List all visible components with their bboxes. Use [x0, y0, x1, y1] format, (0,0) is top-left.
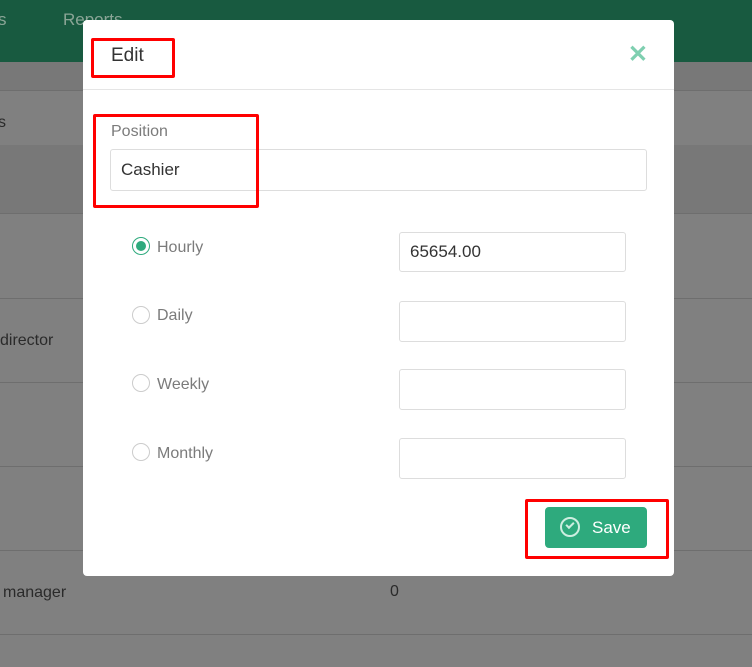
daily-label: Daily: [157, 307, 193, 324]
daily-input[interactable]: [399, 301, 626, 342]
hourly-input[interactable]: 65654.00: [399, 232, 626, 272]
bg-text: manager: [3, 584, 67, 601]
nav-item[interactable]: s: [0, 10, 7, 30]
monthly-input[interactable]: [399, 438, 626, 479]
close-icon[interactable]: ✕: [628, 40, 648, 69]
weekly-label: Weekly: [157, 376, 210, 393]
hourly-label: Hourly: [157, 239, 204, 256]
bg-text: s: [0, 114, 6, 131]
edit-modal: Edit ✕ Position Cashier Hourly 65654.00 …: [83, 20, 674, 576]
highlight-box: [525, 499, 669, 559]
radio-hourly[interactable]: [132, 237, 150, 255]
monthly-label: Monthly: [157, 445, 214, 462]
bg-value: 0: [390, 583, 399, 600]
highlight-box: [91, 38, 175, 78]
radio-daily[interactable]: [132, 306, 150, 324]
highlight-box: [93, 114, 259, 208]
bg-text: director: [0, 332, 54, 349]
radio-weekly[interactable]: [132, 374, 150, 392]
weekly-input[interactable]: [399, 369, 626, 410]
radio-monthly[interactable]: [132, 443, 150, 461]
